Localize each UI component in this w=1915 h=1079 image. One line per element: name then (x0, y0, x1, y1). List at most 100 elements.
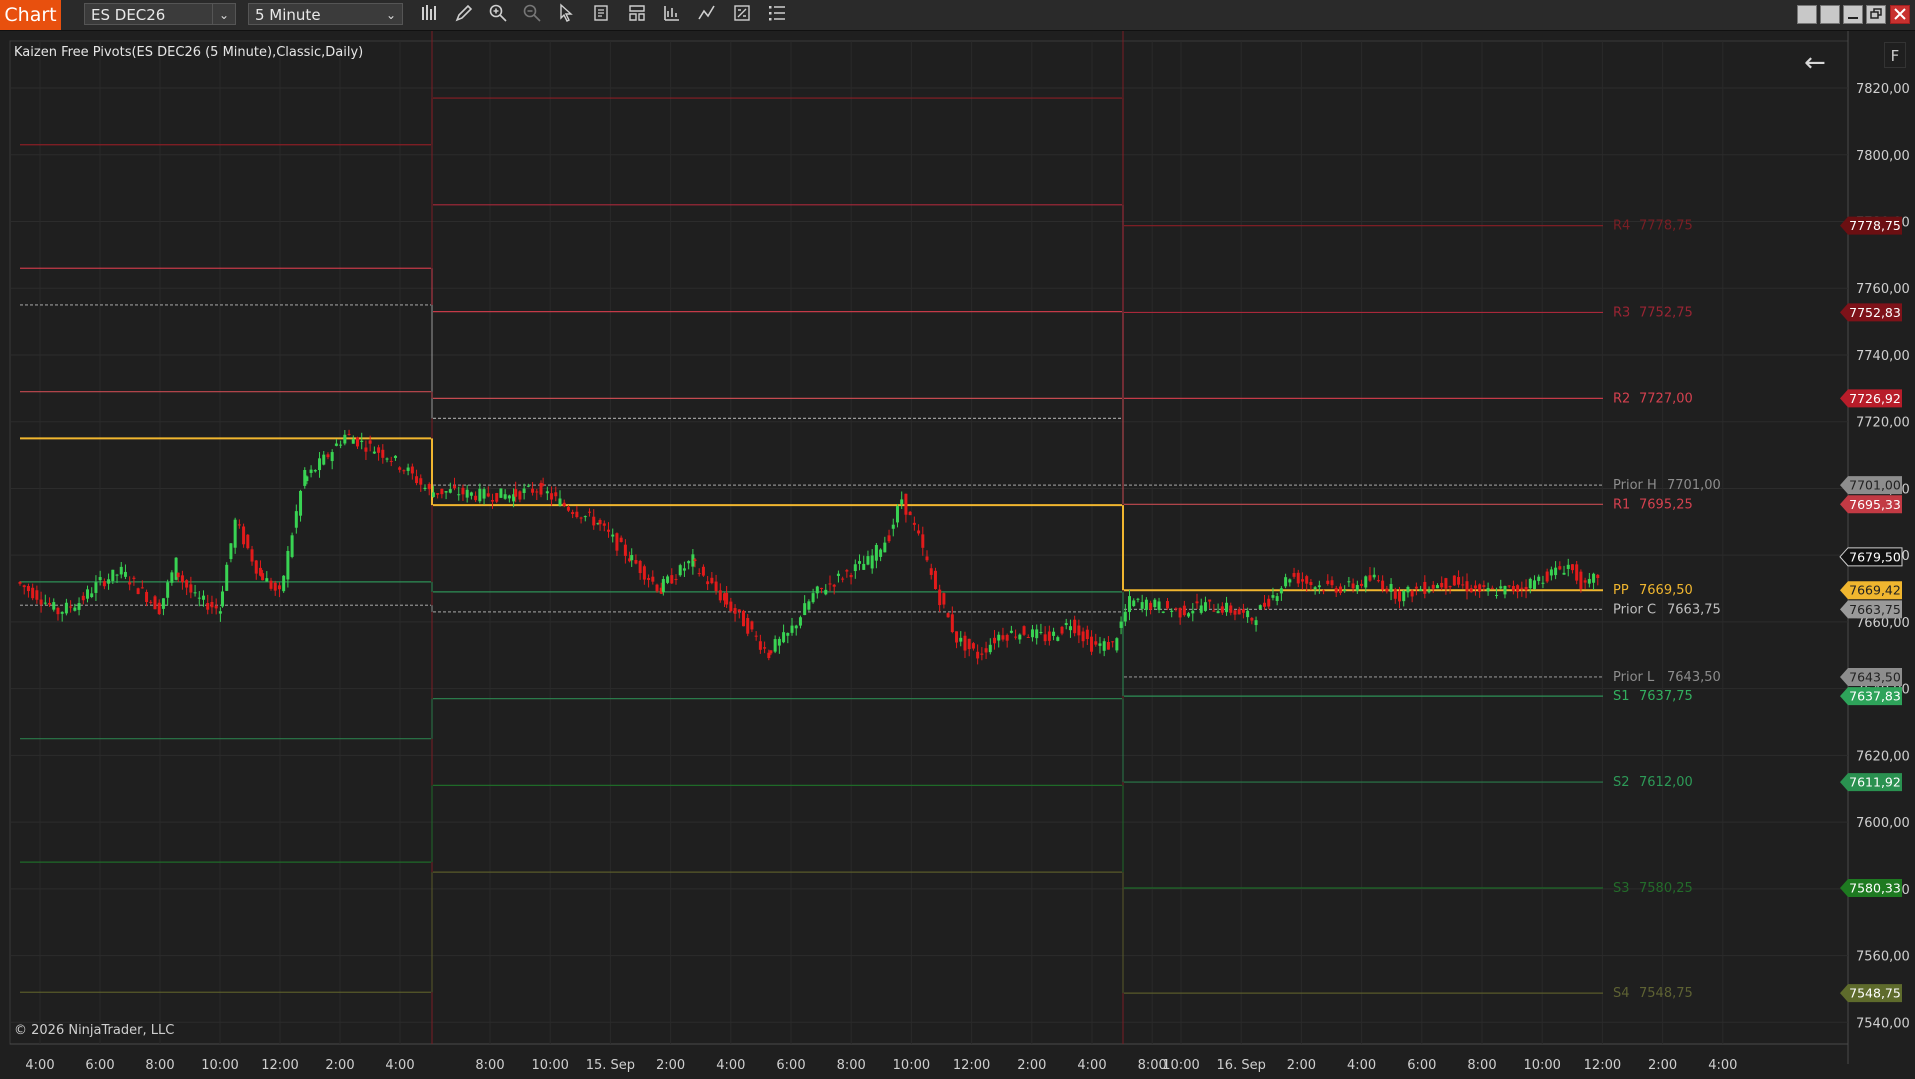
window-tile-icon[interactable] (1797, 5, 1817, 24)
restore-icon[interactable] (1866, 5, 1886, 24)
candle-body (526, 485, 530, 487)
close-icon[interactable] (1890, 5, 1910, 24)
candle-body (1111, 641, 1115, 643)
candle-body (360, 440, 364, 442)
interval-dropdown-arrow-icon[interactable]: ⌄ (380, 4, 402, 24)
candle-body (592, 516, 596, 526)
candle-body (1153, 599, 1157, 608)
pointer-icon[interactable] (553, 3, 579, 27)
candle-body (1334, 588, 1338, 593)
candle-body (1389, 584, 1393, 592)
candle-body (1338, 586, 1342, 593)
candle-body (1507, 585, 1511, 587)
strategies-icon[interactable] (659, 3, 685, 27)
candle-body (225, 564, 229, 591)
candle-body (1123, 611, 1127, 622)
candle-body (1001, 635, 1005, 640)
candle-body (1575, 564, 1579, 581)
candle-body (52, 602, 56, 610)
candle-body (69, 606, 73, 608)
candle-body (1250, 617, 1254, 621)
time-tick-label: 2:00 (325, 1058, 354, 1073)
instrument-dropdown-arrow-icon[interactable]: ⌄ (212, 4, 235, 24)
price-chart[interactable]: 7820,007800,007780,007760,007740,007720,… (0, 31, 1915, 1079)
instrument-value: ES DEC26 (91, 6, 166, 24)
candle-body (461, 487, 465, 495)
zoom-out-icon[interactable] (519, 3, 545, 27)
candle-body (558, 498, 562, 506)
candle-body (963, 635, 967, 651)
candle-body (1355, 585, 1359, 591)
candle-body (166, 582, 170, 598)
candle-body (81, 595, 85, 601)
candle-body (1313, 587, 1317, 590)
candle-body (385, 458, 389, 460)
interval-select[interactable]: 5 Minute ⌄ (248, 3, 403, 25)
candle-body (1170, 610, 1174, 612)
candle-body (1478, 584, 1482, 592)
candle-body (1461, 584, 1465, 586)
candle-body (299, 490, 303, 516)
candle-body (1398, 591, 1402, 602)
candle-body (1229, 605, 1233, 613)
candle-body (729, 601, 733, 612)
chart-panel[interactable]: 7820,007800,007780,007760,007740,007720,… (0, 31, 1915, 1079)
instrument-select[interactable]: ES DEC26 ⌄ (84, 3, 236, 25)
candle-body (737, 609, 741, 612)
time-tick-label: 4:00 (25, 1058, 54, 1073)
time-tick-label: 10:00 (1162, 1058, 1199, 1073)
drawing-pencil-icon[interactable] (451, 3, 477, 27)
candle-body (710, 577, 714, 584)
candle-body (64, 602, 68, 614)
candle-body (1284, 577, 1288, 587)
candle-body (330, 452, 334, 462)
price-tag-label: 7778,75 (1849, 218, 1901, 233)
minimize-icon[interactable] (1843, 5, 1863, 24)
candle-body (1254, 620, 1258, 626)
candle-body (1423, 581, 1427, 594)
properties-icon[interactable] (729, 3, 755, 27)
candle-body (1347, 581, 1351, 583)
candle-body (294, 511, 298, 528)
f-button[interactable]: F (1884, 42, 1906, 68)
candle-body (503, 494, 507, 499)
candle-body (1317, 585, 1321, 588)
interval-value: 5 Minute (255, 6, 321, 24)
candle-body (874, 544, 878, 561)
candle-body (853, 564, 857, 572)
time-tick-label: 10:00 (531, 1058, 568, 1073)
time-tick-label: 2:00 (1287, 1058, 1316, 1073)
candle-body (119, 566, 123, 575)
app-title[interactable]: Chart (0, 0, 61, 30)
templates-icon[interactable] (624, 3, 650, 27)
data-box-icon[interactable] (589, 3, 615, 27)
list-icon[interactable] (764, 3, 790, 27)
candle-body (870, 555, 874, 569)
candle-body (824, 589, 828, 595)
candle-body (588, 511, 592, 513)
candle-body (22, 585, 26, 588)
time-tick-label: 16. Sep (1217, 1058, 1266, 1073)
candle-body (347, 433, 351, 435)
back-arrow-icon[interactable]: ← (1804, 48, 1826, 78)
copyright-notice: © 2026 NinjaTrader, LLC (14, 1023, 175, 1038)
zoom-in-icon[interactable] (485, 3, 511, 27)
price-tick-label: 7720,00 (1856, 416, 1910, 431)
window-tile-2-icon[interactable] (1820, 5, 1840, 24)
candle-body (1292, 573, 1296, 577)
candle-body (60, 611, 64, 614)
candle-body (1457, 577, 1461, 585)
indicators-icon[interactable] (694, 3, 720, 27)
candle-body (773, 639, 777, 652)
candle-body (820, 587, 824, 589)
candle-body (1043, 634, 1047, 642)
candle-body (1047, 631, 1051, 641)
bar-type-icon[interactable] (417, 3, 443, 27)
candle-body (1094, 641, 1098, 645)
candle-body (436, 493, 440, 495)
candle-body (469, 492, 473, 496)
candle-body (1182, 605, 1186, 616)
candle-body (942, 593, 946, 605)
price-tag-label: 7752,83 (1849, 305, 1901, 320)
candle-body (767, 652, 771, 659)
